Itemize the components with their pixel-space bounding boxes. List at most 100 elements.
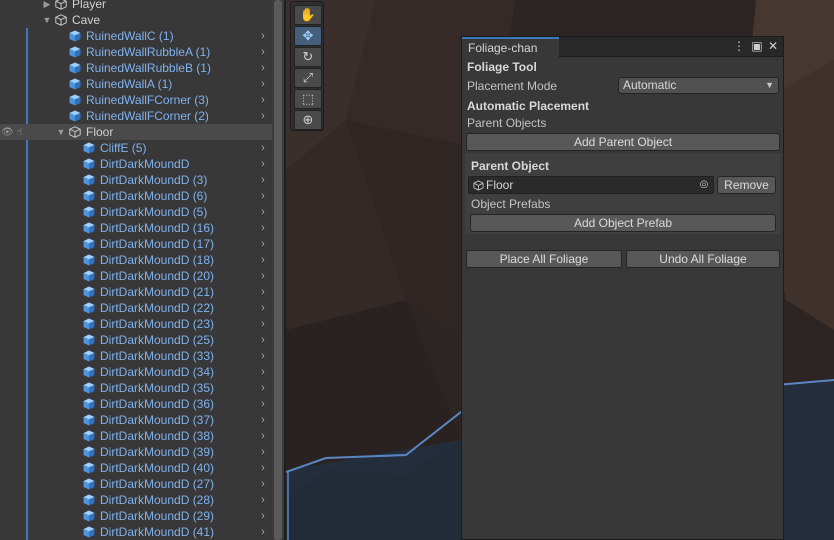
chevron-right-icon[interactable]: › [258,92,268,108]
prefab-override-bar [26,364,28,380]
hierarchy-row[interactable]: ▼ Cave [0,12,272,28]
automatic-placement-heading: Automatic Placement [467,99,590,113]
chevron-right-icon[interactable]: › [258,412,268,428]
hierarchy-row[interactable]: DirtDarkMoundD (39) › [0,444,272,460]
add-parent-object-button[interactable]: Add Parent Object [466,133,780,151]
hierarchy-row[interactable]: DirtDarkMoundD › [0,156,272,172]
move-tool-button[interactable]: ✥ [294,26,322,46]
hierarchy-row[interactable]: DirtDarkMoundD (16) › [0,220,272,236]
scale-tool-button[interactable]: ⤢ [294,68,322,88]
chevron-right-icon[interactable]: › [258,204,268,220]
hierarchy-row[interactable]: DirtDarkMoundD (25) › [0,332,272,348]
chevron-right-icon[interactable]: › [258,60,268,76]
chevron-right-icon[interactable]: › [258,252,268,268]
fold-collapsed-icon[interactable]: ▶ [42,0,52,12]
hierarchy-row[interactable]: DirtDarkMoundD (28) › [0,492,272,508]
chevron-right-icon[interactable]: › [258,188,268,204]
rotate-tool-button[interactable]: ↻ [294,47,322,67]
foliage-window: Foliage-chan ⋮ ▣ ✕ Foliage Tool Placemen… [461,36,784,540]
hierarchy-scrollbar[interactable] [272,0,284,540]
prefab-override-bar [26,284,28,300]
chevron-right-icon[interactable]: › [258,332,268,348]
chevron-right-icon[interactable]: › [258,524,268,540]
hierarchy-row[interactable]: 👁 ☝ ▼ Floor [0,124,272,140]
remove-button[interactable]: Remove [717,176,776,194]
object-picker-icon[interactable]: ◎ [698,179,710,191]
tab-foliage-chan[interactable]: Foliage-chan [462,37,559,57]
chevron-right-icon[interactable]: › [258,236,268,252]
chevron-right-icon[interactable]: › [258,380,268,396]
hierarchy-row[interactable]: DirtDarkMoundD (37) › [0,412,272,428]
parent-object-field[interactable]: Floor ◎ [468,176,714,194]
rotate-icon: ↻ [302,49,314,64]
hierarchy-row[interactable]: DirtDarkMoundD (6) › [0,188,272,204]
hierarchy-row[interactable]: DirtDarkMoundD (38) › [0,428,272,444]
hierarchy-row[interactable]: DirtDarkMoundD (20) › [0,268,272,284]
hierarchy-row-label: DirtDarkMoundD (6) [100,189,208,203]
hierarchy-row[interactable]: RuinedWallRubbleB (1) › [0,60,272,76]
rect-icon: ⬚ [301,91,315,106]
chevron-right-icon[interactable]: › [258,108,268,124]
chevron-right-icon[interactable]: › [258,508,268,524]
hierarchy-row[interactable]: RuinedWallFCorner (3) › [0,92,272,108]
kebab-menu-icon[interactable]: ⋮ [732,39,746,53]
rect-tool-button[interactable]: ⬚ [294,89,322,109]
hierarchy-row[interactable]: CliffE (5) › [0,140,272,156]
chevron-right-icon[interactable]: › [258,140,268,156]
chevron-right-icon[interactable]: › [258,44,268,60]
chevron-right-icon[interactable]: › [258,172,268,188]
chevron-right-icon[interactable]: › [258,492,268,508]
hierarchy-row[interactable]: DirtDarkMoundD (3) › [0,172,272,188]
hierarchy-row[interactable]: DirtDarkMoundD (41) › [0,524,272,540]
chevron-right-icon[interactable]: › [258,28,268,44]
hierarchy-row[interactable]: DirtDarkMoundD (36) › [0,396,272,412]
chevron-right-icon[interactable]: › [258,76,268,92]
chevron-right-icon[interactable]: › [258,460,268,476]
chevron-right-icon[interactable]: › [258,316,268,332]
undo-all-foliage-button[interactable]: Undo All Foliage [626,250,780,268]
hand-tool-button[interactable]: ✋ [294,5,322,25]
hierarchy-row[interactable]: DirtDarkMoundD (18) › [0,252,272,268]
hierarchy-row[interactable]: DirtDarkMoundD (5) › [0,204,272,220]
hierarchy-row[interactable]: DirtDarkMoundD (29) › [0,508,272,524]
chevron-right-icon[interactable]: › [258,156,268,172]
chevron-right-icon[interactable]: › [258,476,268,492]
hierarchy-row[interactable]: DirtDarkMoundD (33) › [0,348,272,364]
hierarchy-row[interactable]: RuinedWallRubbleA (1) › [0,44,272,60]
fold-expanded-icon[interactable]: ▼ [42,12,52,28]
chevron-right-icon[interactable]: › [258,348,268,364]
add-object-prefab-button[interactable]: Add Object Prefab [470,214,776,232]
chevron-right-icon[interactable]: › [258,364,268,380]
hierarchy-row-label: Floor [86,125,114,139]
hierarchy-row[interactable]: RuinedWallC (1) › [0,28,272,44]
close-icon[interactable]: ✕ [766,39,780,53]
visibility-icon[interactable]: 👁 ☝ [1,125,25,139]
chevron-right-icon[interactable]: › [258,428,268,444]
hierarchy-row[interactable]: RuinedWallA (1) › [0,76,272,92]
hierarchy-row[interactable]: DirtDarkMoundD (35) › [0,380,272,396]
hierarchy-row[interactable]: DirtDarkMoundD (17) › [0,236,272,252]
hierarchy-row[interactable]: DirtDarkMoundD (22) › [0,300,272,316]
chevron-right-icon[interactable]: › [258,284,268,300]
prefab-override-bar [26,380,28,396]
prefab-override-bar [26,236,28,252]
chevron-right-icon[interactable]: › [258,220,268,236]
chevron-right-icon[interactable]: › [258,444,268,460]
hierarchy-row[interactable]: DirtDarkMoundD (27) › [0,476,272,492]
hierarchy-row[interactable]: DirtDarkMoundD (21) › [0,284,272,300]
scrollbar-thumb[interactable] [274,0,282,540]
hierarchy-row[interactable]: DirtDarkMoundD (23) › [0,316,272,332]
hierarchy-row[interactable]: DirtDarkMoundD (34) › [0,364,272,380]
hierarchy-row[interactable]: RuinedWallFCorner (2) › [0,108,272,124]
maximize-icon[interactable]: ▣ [750,39,764,53]
transform-tool-button[interactable]: ⊕ [294,110,322,130]
place-all-foliage-button[interactable]: Place All Foliage [466,250,622,268]
hierarchy-row[interactable]: DirtDarkMoundD (40) › [0,460,272,476]
fold-expanded-icon[interactable]: ▼ [56,124,66,140]
prefab-override-bar [26,444,28,460]
placement-mode-dropdown[interactable]: Automatic ▼ [618,77,779,94]
hierarchy-row[interactable]: ▶ Player [0,0,272,12]
chevron-right-icon[interactable]: › [258,300,268,316]
chevron-right-icon[interactable]: › [258,396,268,412]
chevron-right-icon[interactable]: › [258,268,268,284]
